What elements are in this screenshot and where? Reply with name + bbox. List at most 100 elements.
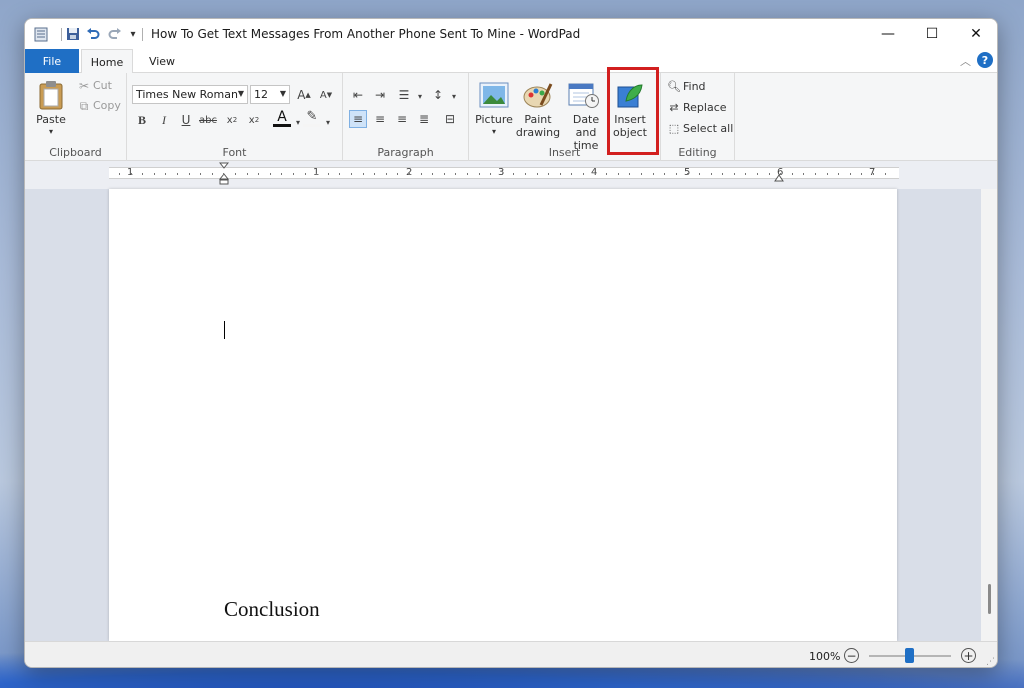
minimize-button[interactable]: — (865, 19, 911, 49)
ribbon-tab-bar: File Home View ︿ ? (25, 49, 997, 74)
font-family-select[interactable]: Times New Roman ▼ (132, 85, 248, 104)
quick-access-separator (142, 28, 143, 41)
status-bar: 100% − + ⋰ (25, 641, 997, 667)
ruler-tick (734, 173, 735, 175)
ruler[interactable]: 1 1 2 3 4 5 6 7 (109, 162, 899, 185)
ruler-tick (803, 173, 804, 175)
select-all-icon[interactable]: ⬚ (665, 119, 683, 137)
justify-icon[interactable]: ≣ (415, 110, 433, 128)
align-right-icon[interactable]: ≡ (393, 110, 411, 128)
ruler-tick (316, 173, 317, 175)
title-bar: ▾ How To Get Text Messages From Another … (25, 19, 997, 49)
document-heading[interactable]: Conclusion (224, 597, 320, 622)
find-button[interactable]: Find (683, 80, 706, 93)
customize-dropdown-icon[interactable]: ▾ (125, 26, 141, 42)
align-left-icon[interactable]: ≡ (349, 110, 367, 128)
ruler-tick (850, 173, 851, 175)
zoom-level: 100% (809, 650, 841, 663)
tab-home[interactable]: Home (81, 49, 133, 74)
paint-palette-icon[interactable] (521, 79, 555, 111)
close-button[interactable]: ✕ (953, 19, 997, 49)
select-all-button[interactable]: Select all (683, 122, 733, 135)
ruler-tick (351, 173, 352, 175)
replace-button[interactable]: Replace (683, 101, 727, 114)
ruler-tick (444, 173, 445, 175)
paste-dropdown-icon[interactable]: ▾ (31, 125, 71, 138)
ruler-tick (363, 173, 364, 175)
bold-icon[interactable]: B (133, 111, 151, 129)
chevron-down-icon[interactable]: ▾ (445, 87, 463, 105)
save-icon[interactable] (65, 26, 81, 42)
underline-icon[interactable]: U (177, 111, 195, 129)
wordpad-icon[interactable] (33, 26, 49, 42)
maximize-button[interactable]: ☐ (909, 19, 955, 49)
subscript-icon[interactable]: x2 (223, 111, 241, 129)
minimize-ribbon-icon[interactable]: ︿ (960, 53, 971, 69)
chevron-down-icon[interactable]: ▾ (411, 87, 429, 105)
strikethrough-icon[interactable]: abc (199, 111, 217, 129)
decrease-indent-icon[interactable]: ⇤ (349, 86, 367, 104)
ruler-tick (606, 173, 607, 175)
date-time-label-line1: Date and (572, 113, 600, 139)
tab-view[interactable]: View (137, 49, 187, 73)
ruler-tick (548, 173, 549, 175)
ruler-tick (815, 173, 816, 175)
superscript-icon[interactable]: x2 (245, 111, 263, 129)
ruler-tick (502, 173, 503, 175)
ruler-tick (293, 173, 294, 175)
paragraph-group-label: Paragraph (377, 146, 434, 159)
zoom-slider-thumb[interactable] (905, 648, 914, 663)
copy-icon[interactable]: ⧉ (75, 97, 93, 115)
calendar-clock-icon[interactable] (567, 79, 601, 111)
copy-button[interactable]: Copy (93, 99, 121, 112)
document-area: Conclusion (25, 189, 981, 641)
increase-indent-icon[interactable]: ⇥ (371, 86, 389, 104)
font-size-select[interactable]: 12 ▼ (250, 85, 290, 104)
indent-marker-icon[interactable] (219, 162, 229, 186)
scrollbar-thumb[interactable] (988, 584, 991, 614)
align-center-icon[interactable]: ≡ (371, 110, 389, 128)
vertical-scrollbar[interactable] (981, 189, 997, 641)
paint-drawing-button[interactable]: Paint drawing (515, 113, 561, 139)
ruler-tick (711, 173, 712, 175)
ruler-tick (641, 173, 642, 175)
editing-group: 🔍︎ Find ⇄ Replace ⬚ Select all Editing (661, 73, 735, 161)
ruler-tick (247, 173, 248, 175)
paint-drawing-label-line1: Paint (524, 113, 552, 126)
ruler-tick (653, 173, 654, 175)
ruler-tick (281, 173, 282, 175)
wordpad-window: ▾ How To Get Text Messages From Another … (24, 18, 998, 668)
right-indent-marker-icon[interactable] (774, 174, 784, 182)
help-icon[interactable]: ? (977, 52, 993, 68)
ruler-tick (131, 173, 132, 175)
picture-dropdown-icon[interactable]: ▾ (471, 125, 517, 138)
cut-button[interactable]: Cut (93, 79, 112, 92)
paste-icon[interactable] (35, 79, 67, 111)
italic-icon[interactable]: I (155, 111, 173, 129)
zoom-in-icon[interactable]: + (961, 648, 976, 663)
document-page[interactable]: Conclusion (109, 189, 897, 641)
ruler-tick (258, 173, 259, 175)
ruler-tick (827, 173, 828, 175)
paragraph-settings-icon[interactable]: ⊟ (441, 110, 459, 128)
undo-icon[interactable] (85, 26, 101, 42)
ruler-tick (629, 173, 630, 175)
chevron-down-icon[interactable]: ▾ (319, 113, 337, 131)
zoom-out-icon[interactable]: − (844, 648, 859, 663)
replace-icon[interactable]: ⇄ (665, 98, 683, 116)
cut-icon[interactable]: ✂ (75, 77, 93, 95)
ruler-tick (154, 173, 155, 175)
ruler-tick (421, 173, 422, 175)
tab-file[interactable]: File (25, 49, 79, 73)
shrink-font-icon[interactable]: A ▼ (317, 86, 335, 104)
binoculars-icon[interactable]: 🔍︎ (665, 77, 683, 95)
resize-grip-icon[interactable]: ⋰ (986, 657, 995, 667)
ruler-tick (676, 173, 677, 175)
font-family-value: Times New Roman (136, 88, 238, 101)
ruler-tick (386, 173, 387, 175)
picture-icon[interactable] (477, 79, 511, 111)
editing-group-label: Editing (678, 146, 717, 159)
ruler-tick (885, 173, 886, 175)
redo-icon[interactable] (107, 26, 123, 42)
grow-font-icon[interactable]: A ▲ (295, 86, 313, 104)
